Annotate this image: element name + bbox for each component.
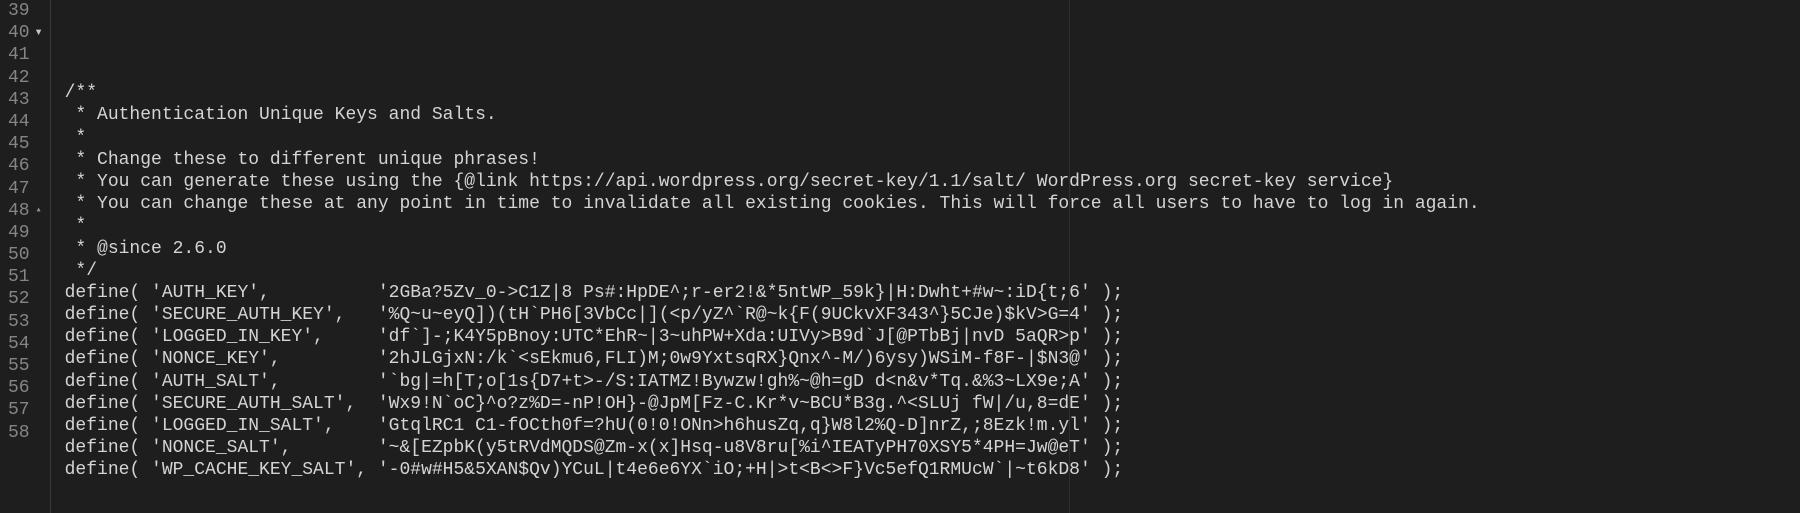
- code-line[interactable]: define( 'AUTH_SALT', '`bg|=h[T;o[1s{D7+t…: [65, 371, 1800, 393]
- line-number: 51: [8, 266, 44, 288]
- line-number: 58: [8, 422, 44, 444]
- line-number-text: 57: [8, 399, 30, 421]
- code-text: define( 'SECURE_AUTH_KEY', '%Q~u~eyQ])(t…: [65, 305, 1124, 325]
- code-text: define( 'AUTH_KEY', '2GBa?5Zv_0->C1Z|8 P…: [65, 283, 1124, 303]
- code-line[interactable]: * You can generate these using the {@lin…: [65, 171, 1800, 193]
- line-number-text: 54: [8, 333, 30, 355]
- line-number-text: 40: [8, 22, 30, 44]
- line-number: 43: [8, 89, 44, 111]
- code-line[interactable]: define( 'WP_CACHE_KEY_SALT', '-0#w#H5&5X…: [65, 459, 1800, 481]
- code-line[interactable]: */: [65, 260, 1800, 282]
- code-line[interactable]: define( 'LOGGED_IN_KEY', 'df`]-;K4Y5pBno…: [65, 326, 1800, 348]
- code-line[interactable]: * Change these to different unique phras…: [65, 149, 1800, 171]
- line-number: 55: [8, 355, 44, 377]
- code-text: */: [65, 261, 97, 281]
- code-text: define( 'NONCE_KEY', '2hJLGjxN:/k`<sEkmu…: [65, 349, 1124, 369]
- line-number: 54: [8, 333, 44, 355]
- line-number: 45: [8, 133, 44, 155]
- line-number-gutter: 39 40▾41 42 43 44 45 46 47 48▴49 50 51 5…: [0, 0, 50, 513]
- line-number: 46: [8, 155, 44, 177]
- code-text: define( 'NONCE_SALT', '~&[EZpbK(y5tRVdMQ…: [65, 438, 1124, 458]
- line-number-text: 44: [8, 111, 30, 133]
- line-number-text: 43: [8, 89, 30, 111]
- code-line[interactable]: /**: [65, 82, 1800, 104]
- code-area[interactable]: /** * Authentication Unique Keys and Sal…: [51, 0, 1800, 513]
- line-number-text: 42: [8, 67, 30, 89]
- code-line[interactable]: define( 'LOGGED_IN_SALT', 'GtqlRC1 C1-fO…: [65, 415, 1800, 437]
- line-number: 52: [8, 288, 44, 310]
- line-number: 41: [8, 44, 44, 66]
- code-text: * You can generate these using the {@lin…: [65, 172, 1394, 192]
- code-line[interactable]: define( 'NONCE_SALT', '~&[EZpbK(y5tRVdMQ…: [65, 437, 1800, 459]
- code-line[interactable]: define( 'AUTH_KEY', '2GBa?5Zv_0->C1Z|8 P…: [65, 282, 1800, 304]
- line-number-text: 47: [8, 178, 30, 200]
- line-number-text: 55: [8, 355, 30, 377]
- line-number: 49: [8, 222, 44, 244]
- line-number-text: 39: [8, 0, 30, 22]
- fold-open-icon[interactable]: ▾: [34, 22, 44, 44]
- code-line[interactable]: * Authentication Unique Keys and Salts.: [65, 104, 1800, 126]
- code-line[interactable]: *: [65, 215, 1800, 237]
- line-number-text: 46: [8, 155, 30, 177]
- code-line[interactable]: define( 'NONCE_KEY', '2hJLGjxN:/k`<sEkmu…: [65, 348, 1800, 370]
- line-number-text: 51: [8, 266, 30, 288]
- code-text: define( 'AUTH_SALT', '`bg|=h[T;o[1s{D7+t…: [65, 372, 1124, 392]
- line-number-text: 48: [8, 200, 30, 222]
- line-number: 56: [8, 377, 44, 399]
- code-line[interactable]: * You can change these at any point in t…: [65, 193, 1800, 215]
- line-number: 53: [8, 311, 44, 333]
- line-number-text: 50: [8, 244, 30, 266]
- code-editor[interactable]: 39 40▾41 42 43 44 45 46 47 48▴49 50 51 5…: [0, 0, 1800, 513]
- code-text: define( 'LOGGED_IN_KEY', 'df`]-;K4Y5pBno…: [65, 327, 1124, 347]
- code-line[interactable]: * @since 2.6.0: [65, 238, 1800, 260]
- code-text: define( 'SECURE_AUTH_SALT', 'Wx9!N`oC}^o…: [65, 394, 1124, 414]
- code-text: define( 'WP_CACHE_KEY_SALT', '-0#w#H5&5X…: [65, 460, 1124, 480]
- code-text: *: [65, 128, 87, 148]
- code-line[interactable]: [65, 60, 1800, 82]
- code-text: define( 'LOGGED_IN_SALT', 'GtqlRC1 C1-fO…: [65, 416, 1124, 436]
- line-number-text: 41: [8, 44, 30, 66]
- code-line[interactable]: define( 'SECURE_AUTH_KEY', '%Q~u~eyQ])(t…: [65, 304, 1800, 326]
- line-number: 39: [8, 0, 44, 22]
- line-number-text: 52: [8, 288, 30, 310]
- line-number: 57: [8, 399, 44, 421]
- code-text: * You can change these at any point in t…: [65, 194, 1480, 214]
- line-number: 47: [8, 178, 44, 200]
- line-number: 50: [8, 244, 44, 266]
- line-number-text: 45: [8, 133, 30, 155]
- line-number-text: 49: [8, 222, 30, 244]
- code-text: * Authentication Unique Keys and Salts.: [65, 105, 497, 125]
- line-number: 44: [8, 111, 44, 133]
- fold-close-icon[interactable]: ▴: [34, 200, 44, 222]
- code-text: *: [65, 216, 87, 236]
- line-number: 40▾: [8, 22, 44, 44]
- line-number: 48▴: [8, 200, 44, 222]
- code-line[interactable]: define( 'SECURE_AUTH_SALT', 'Wx9!N`oC}^o…: [65, 393, 1800, 415]
- code-text: /**: [65, 83, 97, 103]
- code-text: * Change these to different unique phras…: [65, 150, 540, 170]
- code-line[interactable]: *: [65, 127, 1800, 149]
- line-number-text: 56: [8, 377, 30, 399]
- line-number: 42: [8, 67, 44, 89]
- code-line[interactable]: [65, 482, 1800, 504]
- code-text: * @since 2.6.0: [65, 239, 227, 259]
- line-number-text: 58: [8, 422, 30, 444]
- line-number-text: 53: [8, 311, 30, 333]
